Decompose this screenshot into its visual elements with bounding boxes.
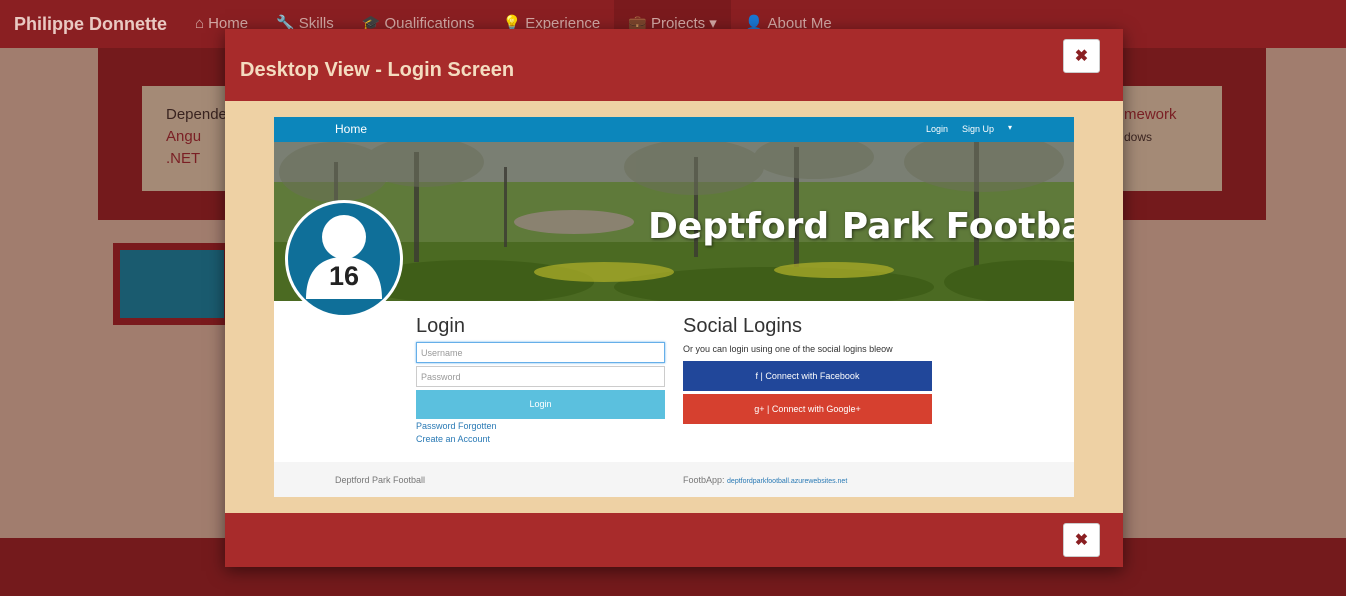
background-windows-text: dows (1124, 130, 1153, 144)
facebook-button: f | Connect with Facebook (683, 361, 932, 391)
login-button: Login (416, 390, 665, 419)
close-icon: ✖ (1074, 532, 1089, 549)
screenshot-navbar: Home Login Sign Up ▾ (274, 117, 1074, 142)
social-description: Or you can login using one of the social… (683, 344, 893, 354)
modal-footer: ✖ (225, 513, 1123, 567)
background-framework-link[interactable]: mework (1124, 106, 1177, 123)
footer-app-label: FootbApp: (683, 475, 728, 485)
screenshot-signup-link: Sign Up (962, 124, 995, 134)
modal-header: Desktop View - Login Screen ✖ (225, 29, 1123, 101)
hero-title: Deptford Park Football (648, 206, 1074, 247)
password-forgotten-link: Password Forgotten (416, 421, 497, 431)
username-field: Username (416, 342, 665, 363)
background-angular-link[interactable]: Angu (166, 128, 201, 145)
google-button: g+ | Connect with Google+ (683, 394, 932, 424)
screenshot-footer: Deptford Park Football FootbApp: deptfor… (274, 462, 1074, 497)
footer-app-link: FootbApp: deptfordparkfootball.azurewebs… (683, 475, 847, 485)
social-heading: Social Logins (683, 315, 802, 337)
close-icon: ✖ (1074, 48, 1089, 65)
user-icon (306, 215, 382, 299)
avatar: 16 (285, 200, 403, 318)
project-screenshot: Home Login Sign Up ▾ Deptford Park Footb… (274, 117, 1074, 497)
screenshot-home-link: Home (335, 122, 368, 136)
close-button-top[interactable]: ✖ (1063, 39, 1100, 73)
screenshot-login-link: Login (926, 124, 949, 134)
background-card-text: Depende (166, 106, 227, 123)
modal-dialog: Desktop View - Login Screen ✖ Home Login… (225, 29, 1123, 567)
footer-url: deptfordparkfootball.azurewebsites.net (727, 478, 848, 485)
footer-site-name: Deptford Park Football (335, 475, 426, 485)
modal-title: Desktop View - Login Screen (240, 59, 515, 81)
create-account-link: Create an Account (416, 434, 491, 444)
chevron-down-icon: ▾ (1008, 123, 1013, 132)
background-dotnet-link[interactable]: .NET (166, 150, 200, 167)
background-thumbnail-image (120, 250, 224, 318)
home-icon: ⌂ (195, 15, 205, 32)
brand[interactable]: Philippe Donnette (14, 14, 167, 35)
login-heading: Login (416, 315, 465, 337)
player-number: 16 (328, 261, 360, 291)
password-field: Password (416, 366, 665, 387)
close-button-bottom[interactable]: ✖ (1063, 523, 1100, 557)
